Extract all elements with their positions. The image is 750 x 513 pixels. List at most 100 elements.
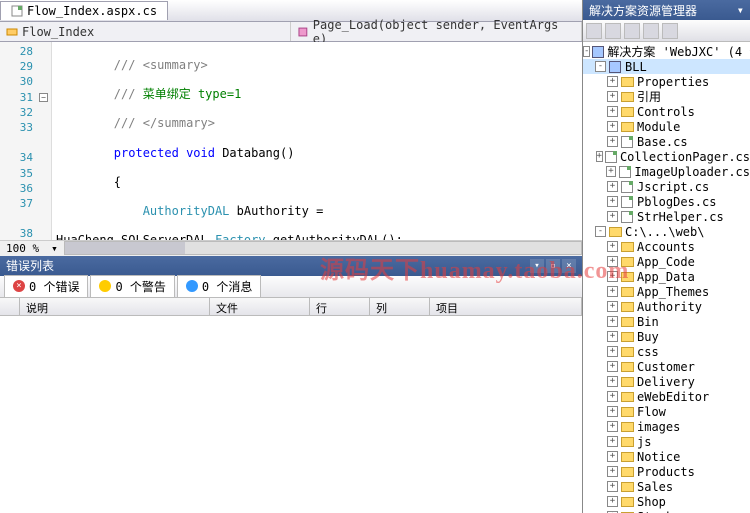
expand-icon[interactable]: +	[607, 376, 618, 387]
tree-label: Sales	[637, 480, 673, 494]
expand-icon[interactable]: +	[607, 211, 618, 222]
warnings-tab[interactable]: 0 个警告	[90, 275, 174, 298]
h-scrollbar[interactable]	[64, 241, 582, 255]
tree-node[interactable]: +js	[583, 434, 750, 449]
tree-label: Delivery	[637, 375, 695, 389]
tree-node[interactable]: +Notice	[583, 449, 750, 464]
tree-node[interactable]: +Customer	[583, 359, 750, 374]
tree-node[interactable]: +ImageUploader.cs	[583, 164, 750, 179]
tree-node[interactable]: +Accounts	[583, 239, 750, 254]
tree-node[interactable]: +Jscript.cs	[583, 179, 750, 194]
col-desc[interactable]: 说明	[20, 298, 210, 315]
tree-node[interactable]: +Authority	[583, 299, 750, 314]
tree-node[interactable]: +App_Data	[583, 269, 750, 284]
tree-node[interactable]: +css	[583, 344, 750, 359]
tree-node[interactable]: +Bin	[583, 314, 750, 329]
expand-icon[interactable]: +	[607, 256, 618, 267]
tree-node[interactable]: +引用	[583, 89, 750, 104]
tree-node[interactable]: -解决方案 'WebJXC' (4 个项	[583, 44, 750, 59]
expand-icon[interactable]: +	[607, 496, 618, 507]
tree-node[interactable]: +Buy	[583, 329, 750, 344]
error-list-body[interactable]	[0, 316, 582, 513]
expand-icon[interactable]: +	[607, 286, 618, 297]
collapse-icon[interactable]: -	[595, 226, 606, 237]
col-line[interactable]: 行	[310, 298, 370, 315]
expand-icon[interactable]: +	[607, 361, 618, 372]
expand-icon[interactable]: +	[607, 436, 618, 447]
csfile-icon	[620, 136, 634, 148]
tree-node[interactable]: +App_Code	[583, 254, 750, 269]
member-dropdown[interactable]: Page_Load(object sender, EventArgs e)	[291, 22, 582, 41]
file-tab[interactable]: Flow_Index.aspx.cs	[0, 1, 168, 20]
expand-icon[interactable]: +	[607, 271, 618, 282]
tree-node[interactable]: + Properties	[583, 74, 750, 89]
tree-node[interactable]: + Delivery	[583, 374, 750, 389]
expand-icon[interactable]: +	[607, 196, 618, 207]
dock-icon[interactable]: ▫	[546, 259, 560, 273]
refresh-icon[interactable]	[605, 23, 621, 39]
expand-icon[interactable]: +	[607, 121, 618, 132]
folder-icon	[620, 361, 634, 373]
expand-icon[interactable]: +	[607, 136, 618, 147]
col-file[interactable]: 文件	[210, 298, 310, 315]
tree-node[interactable]: + Sales	[583, 479, 750, 494]
expand-icon[interactable]: +	[607, 316, 618, 327]
code-editor[interactable]: 282930 31− 323334353637 3839404142434445…	[0, 42, 582, 240]
fold-toggle[interactable]: −	[39, 93, 48, 102]
expand-icon[interactable]: +	[607, 181, 618, 192]
close-icon[interactable]: ×	[562, 259, 576, 273]
panel-menu-icon[interactable]: ▾	[737, 3, 744, 17]
tree-node[interactable]: +eWebEditor	[583, 389, 750, 404]
expand-icon[interactable]: +	[606, 166, 617, 177]
properties-icon[interactable]	[643, 23, 659, 39]
csfile-icon	[620, 196, 634, 208]
tree-node[interactable]: +Module	[583, 119, 750, 134]
expand-icon[interactable]: +	[607, 91, 618, 102]
pin-icon[interactable]: ▾	[530, 259, 544, 273]
expand-icon[interactable]: +	[596, 151, 603, 162]
messages-tab[interactable]: 0 个消息	[177, 275, 261, 298]
expand-icon[interactable]: +	[607, 346, 618, 357]
tree-node[interactable]: +Flow	[583, 404, 750, 419]
tree-label: Properties	[637, 75, 709, 89]
expand-icon[interactable]: +	[607, 331, 618, 342]
tree-node[interactable]: + App_Themes	[583, 284, 750, 299]
tree-node[interactable]: +Products	[583, 464, 750, 479]
tree-node[interactable]: +images	[583, 419, 750, 434]
expand-icon[interactable]: +	[607, 451, 618, 462]
collapse-icon[interactable]: -	[583, 46, 590, 57]
col-proj[interactable]: 项目	[430, 298, 582, 315]
tree-node[interactable]: +Base.cs	[583, 134, 750, 149]
collapse-icon[interactable]: -	[595, 61, 606, 72]
folder-icon	[620, 436, 634, 448]
class-dropdown[interactable]: Flow_Index	[0, 22, 291, 41]
expand-icon[interactable]: +	[607, 391, 618, 402]
tree-node[interactable]: +Shop	[583, 494, 750, 509]
col-col[interactable]: 列	[370, 298, 430, 315]
tree-label: Stock	[637, 510, 673, 513]
tree-node[interactable]: -C:\...\web\	[583, 224, 750, 239]
showall-icon[interactable]	[624, 23, 640, 39]
tree-node[interactable]: +Stock	[583, 509, 750, 513]
tree-node[interactable]: +StrHelper.cs	[583, 209, 750, 224]
tree-label: App_Themes	[637, 285, 709, 299]
zoom-down-icon[interactable]: ▾	[45, 242, 64, 255]
expand-icon[interactable]: +	[607, 106, 618, 117]
tree-node[interactable]: +Controls	[583, 104, 750, 119]
tree-node[interactable]: +PblogDes.cs	[583, 194, 750, 209]
expand-icon[interactable]: +	[607, 301, 618, 312]
tree-node[interactable]: -BLL	[583, 59, 750, 74]
expand-icon[interactable]: +	[607, 406, 618, 417]
zoom-level[interactable]: 100 %	[0, 242, 45, 255]
errors-tab[interactable]: ×0 个错误	[4, 275, 88, 298]
expand-icon[interactable]: +	[607, 76, 618, 87]
expand-icon[interactable]: +	[607, 421, 618, 432]
code-area[interactable]: /// <summary> /// 菜单绑定 type=1 /// </summ…	[52, 42, 582, 240]
expand-icon[interactable]: +	[607, 241, 618, 252]
view-icon[interactable]	[662, 23, 678, 39]
solution-tree[interactable]: -解决方案 'WebJXC' (4 个项-BLL+Properties+引用+C…	[583, 42, 750, 513]
expand-icon[interactable]: +	[607, 466, 618, 477]
expand-icon[interactable]: +	[607, 481, 618, 492]
tree-node[interactable]: +CollectionPager.cs	[583, 149, 750, 164]
home-icon[interactable]	[586, 23, 602, 39]
